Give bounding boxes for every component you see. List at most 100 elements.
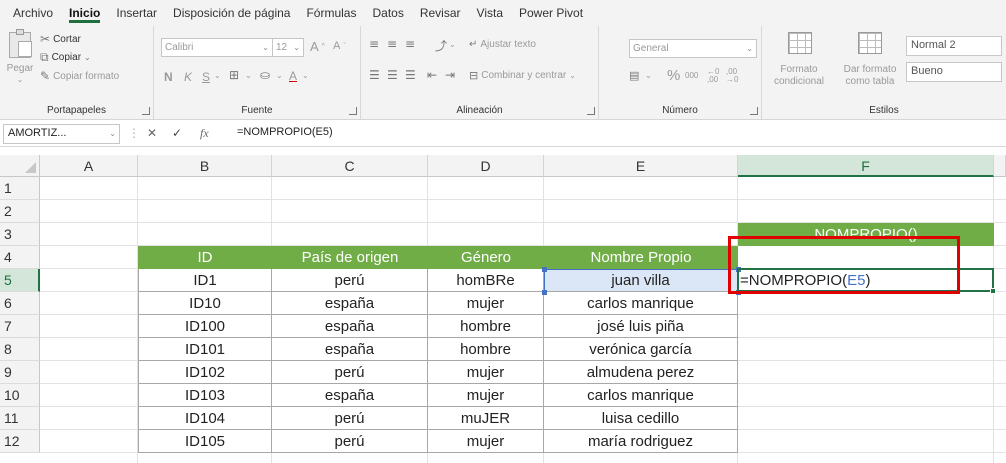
row-header[interactable]: 11 [0, 407, 40, 430]
number-launcher-icon[interactable] [750, 107, 758, 115]
table-cell[interactable]: ID100 [138, 315, 272, 338]
column-header[interactable]: E [544, 155, 738, 177]
decrease-indent-icon[interactable]: ⇤ [427, 68, 437, 82]
number-format-select[interactable]: General ⌄ [629, 39, 757, 58]
menu-tab[interactable]: Disposición de página [165, 0, 298, 26]
table-cell[interactable]: mujer [428, 384, 544, 407]
table-cell[interactable]: mujer [428, 361, 544, 384]
accounting-format-icon[interactable]: ▤ [629, 69, 639, 82]
menu-tab[interactable]: Archivo [5, 0, 61, 26]
menu-tab[interactable]: Revisar [412, 0, 469, 26]
table-cell[interactable]: ID104 [138, 407, 272, 430]
format-painter-button[interactable]: ✎ Copiar formato [40, 69, 119, 83]
table-cell[interactable]: mujer [428, 430, 544, 453]
align-center-icon[interactable]: ☰ [387, 68, 398, 82]
menu-tab[interactable]: Fórmulas [298, 0, 364, 26]
table-cell[interactable]: ID101 [138, 338, 272, 361]
format-as-table-button[interactable]: Dar formato como tabla [834, 30, 906, 90]
insert-function-icon[interactable]: fx [200, 126, 209, 141]
reference-handle[interactable] [542, 267, 547, 272]
table-cell[interactable]: mujer [428, 292, 544, 315]
font-launcher-icon[interactable] [349, 107, 357, 115]
table-cell[interactable]: perú [272, 407, 428, 430]
underline-dropdown-icon[interactable]: ⌄ [214, 71, 221, 80]
align-bottom-icon[interactable]: ≡ [405, 37, 415, 51]
fill-handle[interactable] [990, 288, 996, 294]
style-good[interactable]: Bueno [906, 62, 1002, 82]
table-cell[interactable]: españa [272, 338, 428, 361]
table-cell[interactable]: ID1 [138, 269, 272, 292]
cancel-icon[interactable]: ✕ [147, 126, 157, 140]
table-cell[interactable]: carlos manrique [544, 292, 738, 315]
alignment-launcher-icon[interactable] [587, 107, 595, 115]
decrease-decimal-icon[interactable]: ,00 →0 [726, 68, 738, 84]
table-header-cell[interactable]: Nombre Propio [544, 246, 738, 269]
table-cell[interactable]: perú [272, 269, 428, 292]
row-header[interactable]: 12 [0, 430, 40, 453]
align-left-icon[interactable]: ☰ [369, 68, 380, 82]
enter-check-icon[interactable]: ✓ [172, 126, 182, 140]
table-cell[interactable]: españa [272, 315, 428, 338]
conditional-format-button[interactable]: Formato condicional [768, 30, 830, 90]
thousands-button[interactable]: 000 [685, 71, 698, 80]
table-cell[interactable]: verónica garcía [544, 338, 738, 361]
column-header[interactable]: D [428, 155, 544, 177]
font-name-select[interactable]: Calibri ⌄ [161, 38, 273, 57]
row-header[interactable]: 8 [0, 338, 40, 361]
increase-decimal-icon[interactable]: ←0,00 [707, 68, 719, 84]
bold-button[interactable]: N [164, 70, 173, 84]
table-cell[interactable]: perú [272, 361, 428, 384]
fill-color-icon[interactable]: ⛀ [260, 68, 270, 82]
menu-tab[interactable]: Insertar [108, 0, 165, 26]
menu-tab[interactable]: Datos [364, 0, 411, 26]
column-header[interactable]: A [40, 155, 138, 177]
table-cell[interactable]: josé luis piña [544, 315, 738, 338]
increase-indent-icon[interactable]: ⇥ [445, 68, 455, 82]
merge-center-button[interactable]: ⊟ Combinar y centrar ⌄ [469, 69, 576, 82]
table-cell[interactable]: ID10 [138, 292, 272, 315]
font-size-select[interactable]: 12 ⌄ [272, 38, 304, 57]
table-cell[interactable]: maría rodriguez [544, 430, 738, 453]
clipboard-launcher-icon[interactable] [142, 107, 150, 115]
borders-icon[interactable]: ⊞ [229, 68, 239, 82]
table-cell[interactable]: hombre [428, 315, 544, 338]
table-cell[interactable]: juan villa [544, 269, 738, 292]
table-header-cell[interactable]: Género [428, 246, 544, 269]
formula-input[interactable]: =NOMPROPIO(E5) [237, 126, 333, 138]
table-header-cell[interactable]: ID [138, 246, 272, 269]
style-normal2[interactable]: Normal 2 [906, 36, 1002, 56]
align-middle-icon[interactable]: ≡ [387, 37, 397, 51]
table-header-cell[interactable]: País de origen [272, 246, 428, 269]
row-header[interactable]: 10 [0, 384, 40, 407]
copy-button[interactable]: ⧉ Copiar ⌄ [40, 50, 91, 65]
row-header[interactable]: 7 [0, 315, 40, 338]
table-cell[interactable]: almudena perez [544, 361, 738, 384]
table-cell[interactable]: ID105 [138, 430, 272, 453]
name-box[interactable]: AMORTIZ... ⌄ [3, 124, 120, 144]
shrink-font-icon[interactable]: Aˇ [333, 40, 346, 52]
select-all-corner[interactable] [0, 155, 40, 177]
table-cell[interactable]: hombre [428, 338, 544, 361]
align-top-icon[interactable]: ≡ [369, 37, 379, 51]
column-header[interactable]: F [738, 155, 994, 177]
menu-tab[interactable]: Power Pivot [511, 0, 591, 26]
table-cell[interactable]: homBRe [428, 269, 544, 292]
percent-button[interactable]: % [667, 67, 680, 84]
grow-font-icon[interactable]: A ^ [310, 39, 325, 54]
row-header[interactable]: 1 [0, 177, 40, 200]
table-cell[interactable]: ID102 [138, 361, 272, 384]
reference-handle[interactable] [542, 290, 547, 295]
menu-tab[interactable]: Inicio [61, 0, 108, 26]
italic-button[interactable]: K [184, 70, 192, 84]
align-right-icon[interactable]: ☰ [405, 68, 416, 82]
table-cell[interactable]: muJER [428, 407, 544, 430]
paste-button[interactable]: Pegar ⌄ [5, 29, 35, 92]
underline-button[interactable]: S [202, 70, 210, 84]
row-header[interactable]: 2 [0, 200, 40, 223]
cut-button[interactable]: ✂ Cortar [40, 32, 81, 46]
menu-tab[interactable]: Vista [469, 0, 511, 26]
column-header[interactable]: C [272, 155, 428, 177]
orientation-icon[interactable]: ⤴ [435, 37, 447, 54]
table-cell[interactable]: españa [272, 292, 428, 315]
table-cell[interactable]: carlos manrique [544, 384, 738, 407]
